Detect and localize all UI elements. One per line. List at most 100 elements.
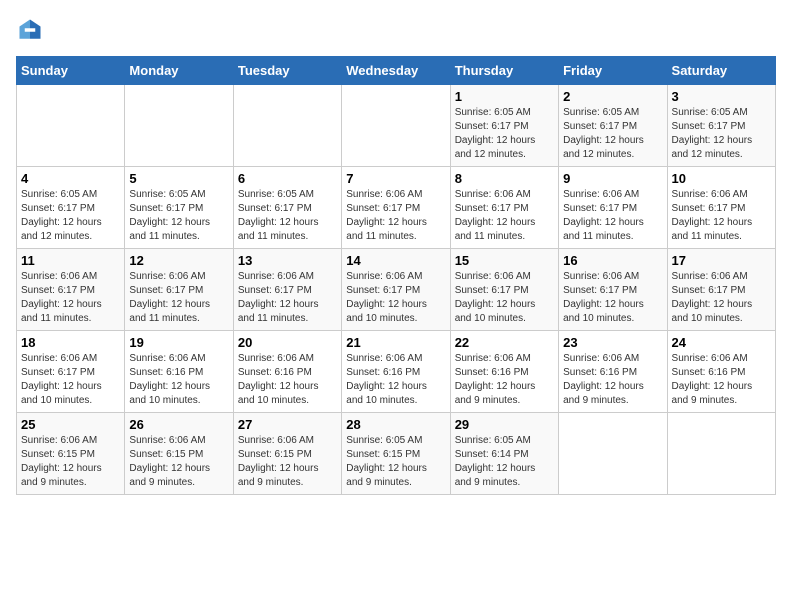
day-number: 28 (346, 417, 445, 432)
day-info: Sunrise: 6:06 AM Sunset: 6:16 PM Dayligh… (238, 352, 337, 408)
day-number: 20 (238, 335, 337, 350)
calendar-cell: 15 Sunrise: 6:06 AM Sunset: 6:17 PM Dayli… (450, 249, 558, 331)
day-number: 5 (129, 171, 228, 186)
calendar-cell (667, 413, 775, 495)
day-number: 6 (238, 171, 337, 186)
day-info: Sunrise: 6:05 AM Sunset: 6:17 PM Dayligh… (21, 188, 120, 244)
calendar-cell: 20 Sunrise: 6:06 AM Sunset: 6:16 PM Dayli… (233, 331, 341, 413)
day-info: Sunrise: 6:05 AM Sunset: 6:14 PM Dayligh… (455, 434, 554, 490)
day-number: 21 (346, 335, 445, 350)
calendar-cell: 23 Sunrise: 6:06 AM Sunset: 6:16 PM Dayli… (559, 331, 667, 413)
calendar-cell: 22Sunrise: 6:06 AM Sunset: 6:16 PM Dayli… (450, 331, 558, 413)
calendar-cell: 11 Sunrise: 6:06 AM Sunset: 6:17 PM Dayli… (17, 249, 125, 331)
day-number: 27 (238, 417, 337, 432)
calendar-cell: 14 Sunrise: 6:06 AM Sunset: 6:17 PM Dayli… (342, 249, 450, 331)
calendar-cell (342, 85, 450, 167)
day-info: Sunrise: 6:06 AM Sunset: 6:17 PM Dayligh… (346, 270, 445, 326)
day-number: 17 (672, 253, 771, 268)
day-info: Sunrise: 6:06 AM Sunset: 6:15 PM Dayligh… (129, 434, 228, 490)
day-info: Sunrise: 6:06 AM Sunset: 6:16 PM Dayligh… (346, 352, 445, 408)
calendar-cell: 18 Sunrise: 6:06 AM Sunset: 6:17 PM Dayli… (17, 331, 125, 413)
column-header-tuesday: Tuesday (233, 57, 341, 85)
day-number: 10 (672, 171, 771, 186)
column-header-friday: Friday (559, 57, 667, 85)
calendar-cell (17, 85, 125, 167)
day-number: 7 (346, 171, 445, 186)
calendar-cell: 12Sunrise: 6:06 AM Sunset: 6:17 PM Dayli… (125, 249, 233, 331)
day-number: 29 (455, 417, 554, 432)
day-info: Sunrise: 6:06 AM Sunset: 6:17 PM Dayligh… (672, 270, 771, 326)
day-info: Sunrise: 6:05 AM Sunset: 6:17 PM Dayligh… (129, 188, 228, 244)
calendar-week-row: 4 Sunrise: 6:05 AM Sunset: 6:17 PM Daylig… (17, 167, 776, 249)
calendar-week-row: 1 Sunrise: 6:05 AM Sunset: 6:17 PM Daylig… (17, 85, 776, 167)
column-header-monday: Monday (125, 57, 233, 85)
day-info: Sunrise: 6:06 AM Sunset: 6:17 PM Dayligh… (238, 270, 337, 326)
calendar-cell: 4 Sunrise: 6:05 AM Sunset: 6:17 PM Daylig… (17, 167, 125, 249)
day-info: Sunrise: 6:05 AM Sunset: 6:17 PM Dayligh… (455, 106, 554, 162)
day-info: Sunrise: 6:06 AM Sunset: 6:16 PM Dayligh… (672, 352, 771, 408)
calendar-cell: 1 Sunrise: 6:05 AM Sunset: 6:17 PM Daylig… (450, 85, 558, 167)
calendar-cell: 21 Sunrise: 6:06 AM Sunset: 6:16 PM Dayli… (342, 331, 450, 413)
day-number: 4 (21, 171, 120, 186)
day-info: Sunrise: 6:06 AM Sunset: 6:16 PM Dayligh… (455, 352, 554, 408)
day-number: 11 (21, 253, 120, 268)
day-number: 1 (455, 89, 554, 104)
day-number: 18 (21, 335, 120, 350)
day-info: Sunrise: 6:06 AM Sunset: 6:15 PM Dayligh… (238, 434, 337, 490)
calendar-cell: 9 Sunrise: 6:06 AM Sunset: 6:17 PM Daylig… (559, 167, 667, 249)
column-header-wednesday: Wednesday (342, 57, 450, 85)
page-header (16, 16, 776, 44)
day-number: 26 (129, 417, 228, 432)
day-number: 14 (346, 253, 445, 268)
calendar-cell: 3Sunrise: 6:05 AM Sunset: 6:17 PM Daylig… (667, 85, 775, 167)
calendar-cell: 24 Sunrise: 6:06 AM Sunset: 6:16 PM Dayli… (667, 331, 775, 413)
day-number: 9 (563, 171, 662, 186)
calendar-cell (233, 85, 341, 167)
calendar-cell (559, 413, 667, 495)
day-info: Sunrise: 6:06 AM Sunset: 6:17 PM Dayligh… (455, 188, 554, 244)
calendar-cell: 29 Sunrise: 6:05 AM Sunset: 6:14 PM Dayli… (450, 413, 558, 495)
calendar-week-row: 18 Sunrise: 6:06 AM Sunset: 6:17 PM Dayli… (17, 331, 776, 413)
calendar-cell: 10 Sunrise: 6:06 AM Sunset: 6:17 PM Dayli… (667, 167, 775, 249)
calendar-cell: 8 Sunrise: 6:06 AM Sunset: 6:17 PM Daylig… (450, 167, 558, 249)
day-info: Sunrise: 6:06 AM Sunset: 6:17 PM Dayligh… (563, 188, 662, 244)
calendar-cell (125, 85, 233, 167)
calendar-cell: 19 Sunrise: 6:06 AM Sunset: 6:16 PM Dayli… (125, 331, 233, 413)
calendar-cell: 25 Sunrise: 6:06 AM Sunset: 6:15 PM Dayli… (17, 413, 125, 495)
day-info: Sunrise: 6:05 AM Sunset: 6:17 PM Dayligh… (563, 106, 662, 162)
day-number: 8 (455, 171, 554, 186)
day-info: Sunrise: 6:06 AM Sunset: 6:17 PM Dayligh… (672, 188, 771, 244)
day-number: 24 (672, 335, 771, 350)
calendar-cell: 7Sunrise: 6:06 AM Sunset: 6:17 PM Daylig… (342, 167, 450, 249)
calendar-cell: 16 Sunrise: 6:06 AM Sunset: 6:17 PM Dayli… (559, 249, 667, 331)
calendar-cell: 17 Sunrise: 6:06 AM Sunset: 6:17 PM Dayli… (667, 249, 775, 331)
day-number: 2 (563, 89, 662, 104)
calendar-week-row: 11 Sunrise: 6:06 AM Sunset: 6:17 PM Dayli… (17, 249, 776, 331)
calendar-week-row: 25 Sunrise: 6:06 AM Sunset: 6:15 PM Dayli… (17, 413, 776, 495)
day-info: Sunrise: 6:06 AM Sunset: 6:16 PM Dayligh… (563, 352, 662, 408)
calendar-cell: 5 Sunrise: 6:05 AM Sunset: 6:17 PM Daylig… (125, 167, 233, 249)
day-number: 16 (563, 253, 662, 268)
day-info: Sunrise: 6:06 AM Sunset: 6:17 PM Dayligh… (129, 270, 228, 326)
column-header-saturday: Saturday (667, 57, 775, 85)
logo-icon (16, 16, 44, 44)
logo (16, 16, 48, 44)
calendar-header-row: SundayMondayTuesdayWednesdayThursdayFrid… (17, 57, 776, 85)
day-info: Sunrise: 6:06 AM Sunset: 6:17 PM Dayligh… (563, 270, 662, 326)
day-number: 15 (455, 253, 554, 268)
calendar-cell: 2 Sunrise: 6:05 AM Sunset: 6:17 PM Daylig… (559, 85, 667, 167)
day-info: Sunrise: 6:06 AM Sunset: 6:17 PM Dayligh… (21, 352, 120, 408)
day-info: Sunrise: 6:05 AM Sunset: 6:15 PM Dayligh… (346, 434, 445, 490)
calendar-cell: 28 Sunrise: 6:05 AM Sunset: 6:15 PM Dayli… (342, 413, 450, 495)
column-header-sunday: Sunday (17, 57, 125, 85)
day-info: Sunrise: 6:06 AM Sunset: 6:15 PM Dayligh… (21, 434, 120, 490)
calendar-cell: 27 Sunrise: 6:06 AM Sunset: 6:15 PM Dayli… (233, 413, 341, 495)
day-info: Sunrise: 6:06 AM Sunset: 6:16 PM Dayligh… (129, 352, 228, 408)
day-number: 25 (21, 417, 120, 432)
day-number: 19 (129, 335, 228, 350)
column-header-thursday: Thursday (450, 57, 558, 85)
day-info: Sunrise: 6:06 AM Sunset: 6:17 PM Dayligh… (21, 270, 120, 326)
day-number: 23 (563, 335, 662, 350)
calendar-table: SundayMondayTuesdayWednesdayThursdayFrid… (16, 56, 776, 495)
day-info: Sunrise: 6:06 AM Sunset: 6:17 PM Dayligh… (455, 270, 554, 326)
